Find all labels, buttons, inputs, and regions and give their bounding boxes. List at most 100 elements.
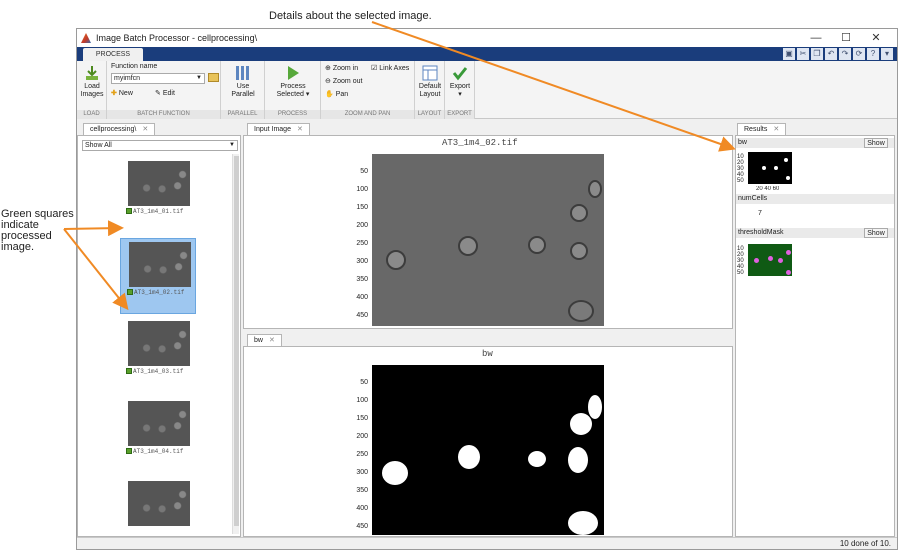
y-tick-label: 450: [356, 312, 368, 319]
pan-button[interactable]: ✋ Pan: [325, 90, 348, 98]
close-tab-icon[interactable]: ✕: [269, 337, 275, 344]
function-name-value: myimfcn: [114, 75, 141, 82]
section-load: Load Images LOAD: [77, 61, 107, 119]
thumbnail-image: [128, 401, 190, 446]
tab-cellprocessing[interactable]: cellprocessing\ ✕: [83, 123, 156, 135]
main-area: cellprocessing\ ✕ Show All ▼ AT3_1m4_01.t…: [77, 119, 897, 537]
mask-blob: [774, 166, 778, 170]
cell: [458, 236, 478, 256]
results-body: bw Show 10 20 30 40 50 20 40 60 numCells 7 t…: [735, 135, 895, 537]
edit-function-button[interactable]: ✎ Edit: [155, 89, 175, 97]
refresh-icon[interactable]: ⟳: [853, 48, 865, 60]
y-tick-label: 100: [356, 397, 368, 404]
chevron-down-icon: ▾: [305, 91, 310, 98]
show-threshold-button[interactable]: Show: [864, 228, 888, 238]
thumbnail-item[interactable]: AT3_1m4_01.tif: [120, 158, 196, 234]
save-icon[interactable]: ▣: [783, 48, 795, 60]
scrollbar[interactable]: [232, 154, 239, 534]
section-title-export: EXPORT: [445, 110, 474, 119]
mask-blob: [570, 413, 592, 435]
cell: [570, 242, 588, 260]
section-process: Process Selected ▾ PROCESS: [265, 61, 321, 119]
load-images-button[interactable]: Load Images: [79, 65, 105, 99]
matlab-logo-icon: [81, 33, 91, 43]
mask-blob: [784, 158, 788, 162]
section-zoom-pan: ⊕ Zoom in ⊖ Zoom out ✋ Pan ☑ Link Axes ZOOM …: [321, 61, 415, 119]
close-tab-icon[interactable]: ✕: [297, 126, 303, 133]
tab-input-image[interactable]: Input Image ✕: [247, 123, 310, 135]
use-parallel-button[interactable]: Use Parallel: [225, 65, 261, 99]
mask-overlay: [768, 256, 773, 261]
load-images-label: Load: [84, 83, 100, 90]
filter-select[interactable]: Show All ▼: [82, 140, 238, 151]
default-layout-button[interactable]: Default Layout: [416, 65, 444, 99]
y-tick-label: 450: [356, 523, 368, 530]
section-title-zoom: ZOOM AND PAN: [321, 110, 414, 119]
mask-blob: [588, 395, 602, 419]
layout-grid-icon: [422, 65, 438, 81]
toolstrip-tabs: PROCESS ▣ ✂ ❐ ↶ ↷ ⟳ ? ▾: [77, 47, 897, 61]
thumbnail-item-selected[interactable]: AT3_1m4_02.tif: [120, 238, 196, 314]
zoom-out-button[interactable]: ⊖ Zoom out: [325, 77, 362, 85]
expand-icon[interactable]: ▾: [881, 48, 893, 60]
y-tick-label: 50: [360, 379, 368, 386]
chevron-down-icon: ▾: [458, 91, 462, 98]
scrollbar-thumb[interactable]: [234, 156, 239, 526]
close-tab-icon[interactable]: ✕: [773, 126, 779, 133]
tab-results[interactable]: Results ✕: [737, 123, 787, 135]
folder-icon[interactable]: [208, 73, 219, 82]
link-axes-checkbox[interactable]: ☑ Link Axes: [371, 64, 409, 72]
result-numcells-header: numCells: [736, 194, 894, 204]
bw-image-canvas[interactable]: [372, 365, 604, 535]
copy-icon[interactable]: ❐: [811, 48, 823, 60]
thumbnail-image: [128, 161, 190, 206]
thumbnail-item[interactable]: AT3_1m4_03.tif: [120, 318, 196, 394]
tab-process[interactable]: PROCESS: [83, 48, 143, 61]
mask-overlay: [786, 270, 791, 275]
export-label: Export: [449, 83, 471, 90]
close-tab-icon[interactable]: ✕: [142, 126, 148, 133]
numcells-value: 7: [758, 210, 762, 217]
close-button[interactable]: ✕: [861, 29, 891, 47]
process-selected-label: Process: [280, 83, 306, 90]
threshold-mini-image[interactable]: [748, 244, 792, 276]
new-label: New: [118, 89, 133, 97]
chevron-down-icon: ▼: [196, 75, 202, 81]
redo-icon[interactable]: ↷: [839, 48, 851, 60]
window-controls: — ☐ ✕: [801, 29, 891, 47]
cell: [386, 250, 406, 270]
new-function-button[interactable]: ✚ New: [111, 89, 133, 97]
show-bw-button[interactable]: Show: [864, 138, 888, 148]
cut-icon[interactable]: ✂: [797, 48, 809, 60]
title-bar: Image Batch Processor - cellprocessing\ …: [77, 29, 897, 47]
thumbnail-image: [129, 242, 191, 287]
bw-image-title: bw: [482, 349, 493, 359]
load-arrow-icon: [86, 66, 98, 80]
function-name-select[interactable]: myimfcn ▼: [111, 73, 205, 84]
zoom-in-button[interactable]: ⊕ Zoom in: [325, 64, 358, 72]
mask-blob: [528, 451, 546, 467]
status-text: 10 done of 10.: [839, 539, 891, 548]
input-image-canvas[interactable]: [372, 154, 604, 326]
bw-mini-image[interactable]: [748, 152, 792, 184]
minimize-button[interactable]: —: [801, 29, 831, 47]
thumbnail-item[interactable]: [120, 478, 196, 534]
y-tick-label: 250: [356, 240, 368, 247]
undo-icon[interactable]: ↶: [825, 48, 837, 60]
help-icon[interactable]: ?: [867, 48, 879, 60]
result-bw-header: bw Show: [736, 138, 894, 148]
section-layout: Default Layout LAYOUT: [415, 61, 445, 119]
y-tick-label: 50: [737, 178, 744, 184]
tab-bw[interactable]: bw ✕: [247, 334, 282, 346]
export-button[interactable]: Export ▾: [446, 65, 474, 99]
chevron-down-icon: ▼: [229, 142, 235, 148]
process-selected-button[interactable]: Process Selected ▾: [269, 65, 317, 99]
maximize-button[interactable]: ☐: [831, 29, 861, 47]
load-images-label: Images: [80, 91, 104, 98]
quick-access-toolbar: ▣ ✂ ❐ ↶ ↷ ⟳ ? ▾: [783, 48, 893, 60]
mask-blob: [762, 166, 766, 170]
y-tick-label: 400: [356, 505, 368, 512]
y-tick-label: 350: [356, 276, 368, 283]
thumbnail-item[interactable]: AT3_1m4_04.tif: [120, 398, 196, 474]
results-panel: Results ✕ bw Show 10 20 30 40 50 20 40 60 num…: [735, 123, 895, 537]
